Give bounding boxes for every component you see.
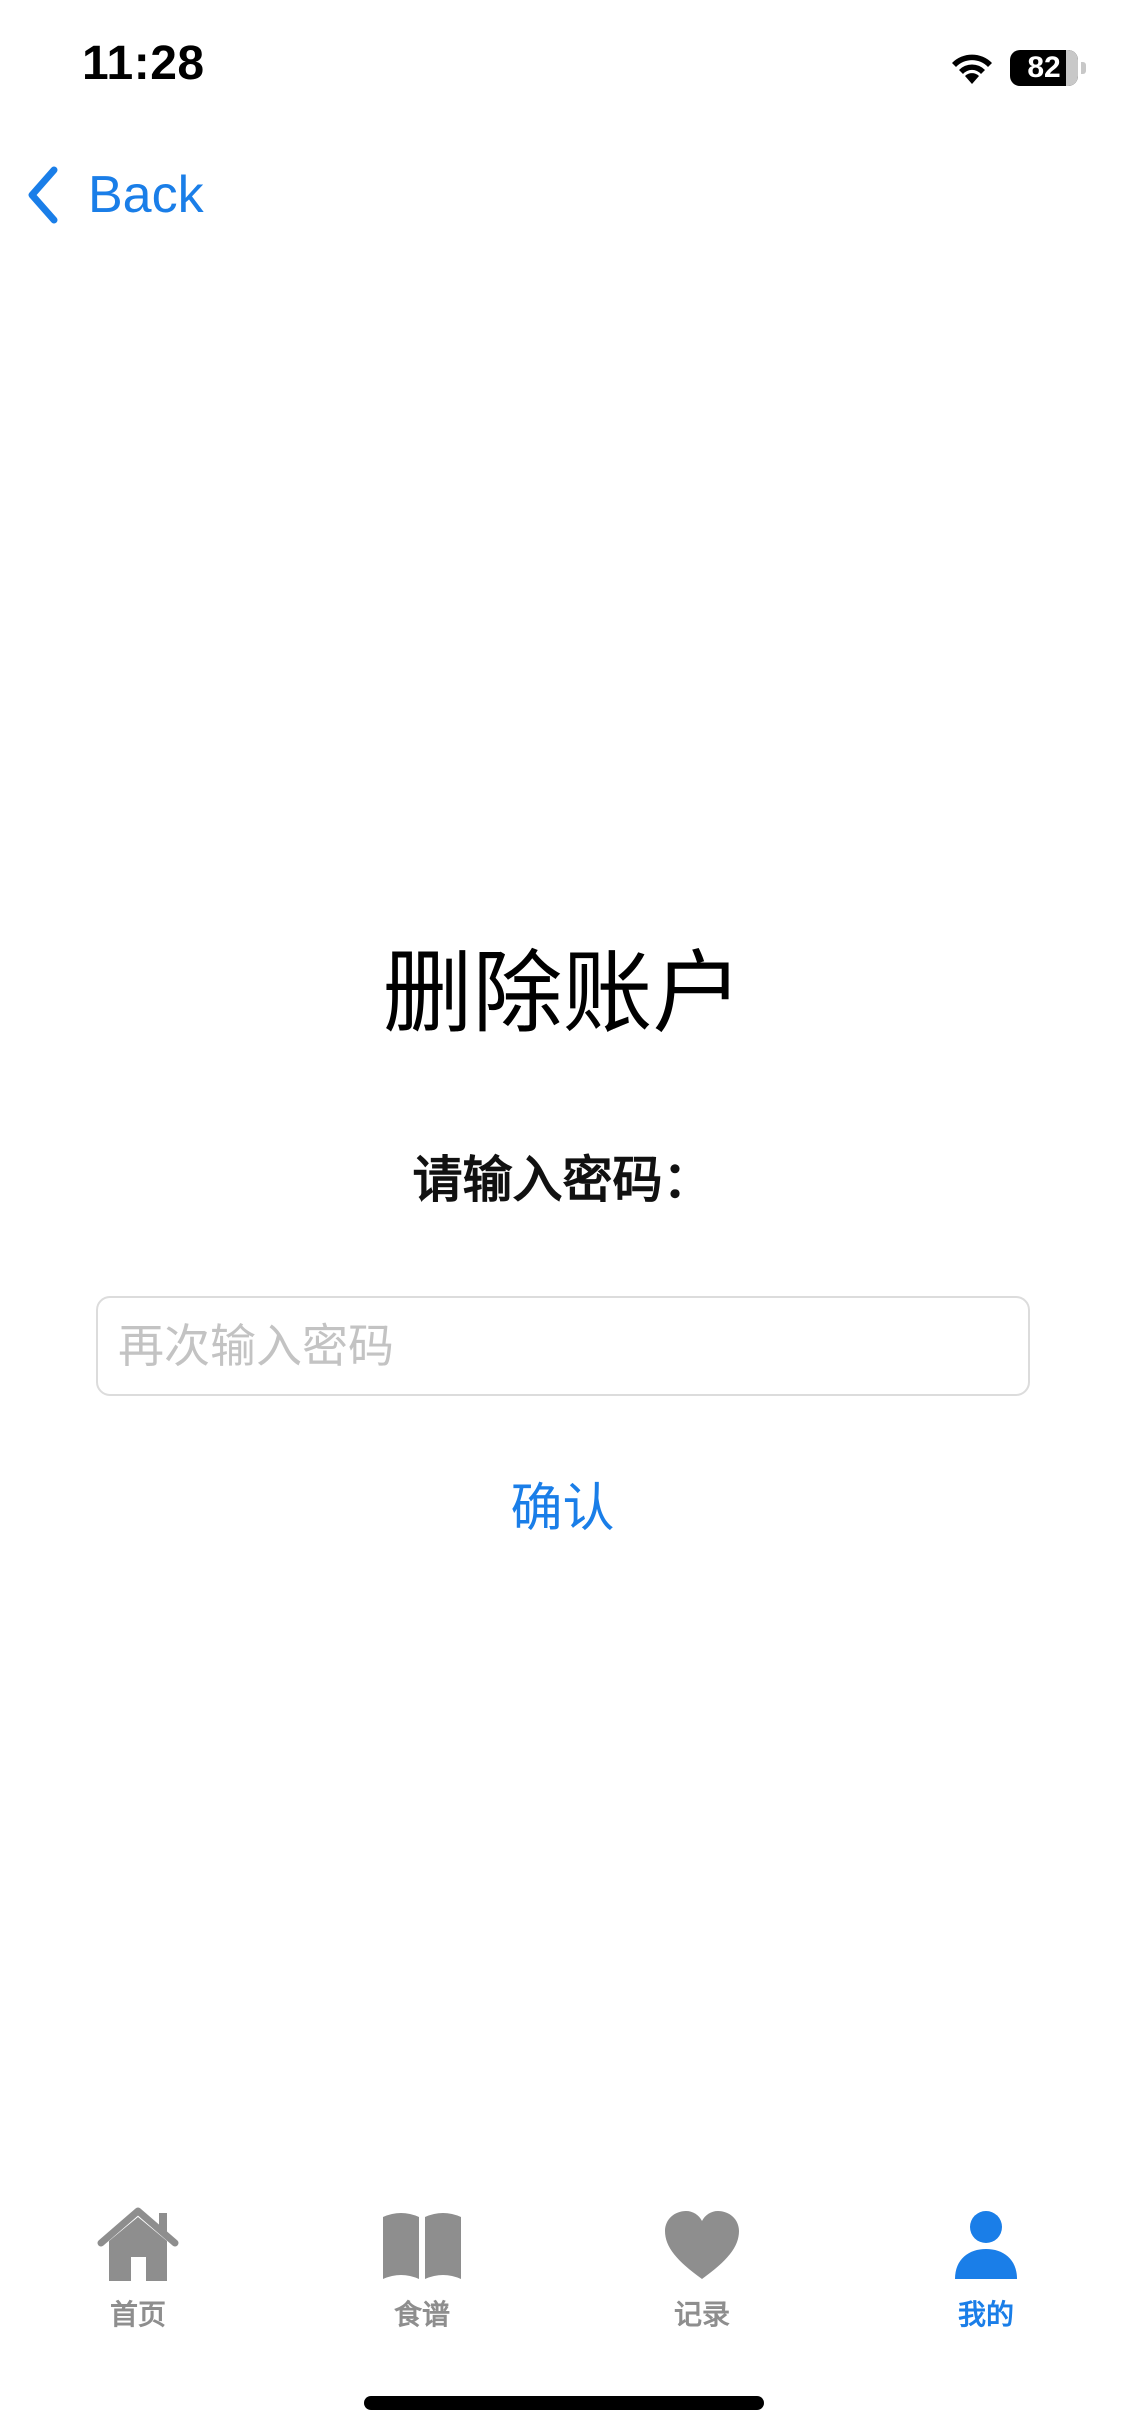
page-title: 删除账户 [382,941,743,1046]
status-bar: 11:28 82 [0,0,1125,140]
confirm-label: 确认 [510,1479,615,1539]
password-confirm-input[interactable] [96,1296,1030,1396]
tab-records-label: 记录 [673,2298,730,2331]
back-label: Back [88,166,204,224]
tab-bar: 首页 食谱 记录 我的 [0,2195,1125,2345]
tab-profile-label: 我的 [957,2298,1014,2331]
tab-profile[interactable]: 我的 [896,2195,1076,2345]
battery-cap [1081,62,1086,74]
battery-body: 82 [1010,50,1078,86]
tab-recipes[interactable]: 食谱 [332,2195,512,2345]
wifi-icon [952,54,992,84]
confirm-button[interactable]: 确认 [0,1466,1125,1541]
tab-recipes-label: 食谱 [393,2298,450,2331]
tab-records[interactable]: 记录 [612,2195,792,2345]
book-icon [383,2213,461,2279]
heart-icon [665,2211,739,2279]
person-icon [955,2211,1017,2279]
back-button[interactable]: Back [24,160,204,230]
battery-percentage: 82 [1027,51,1061,84]
chevron-left-icon [28,166,58,224]
battery-indicator: 82 [1010,50,1086,86]
house-icon [97,2207,179,2281]
tab-home-label: 首页 [109,2298,166,2331]
password-prompt-label: 请输入密码： [412,1151,713,1209]
home-indicator [364,2396,764,2410]
status-time: 11:28 [82,37,205,90]
tab-home[interactable]: 首页 [48,2195,228,2345]
